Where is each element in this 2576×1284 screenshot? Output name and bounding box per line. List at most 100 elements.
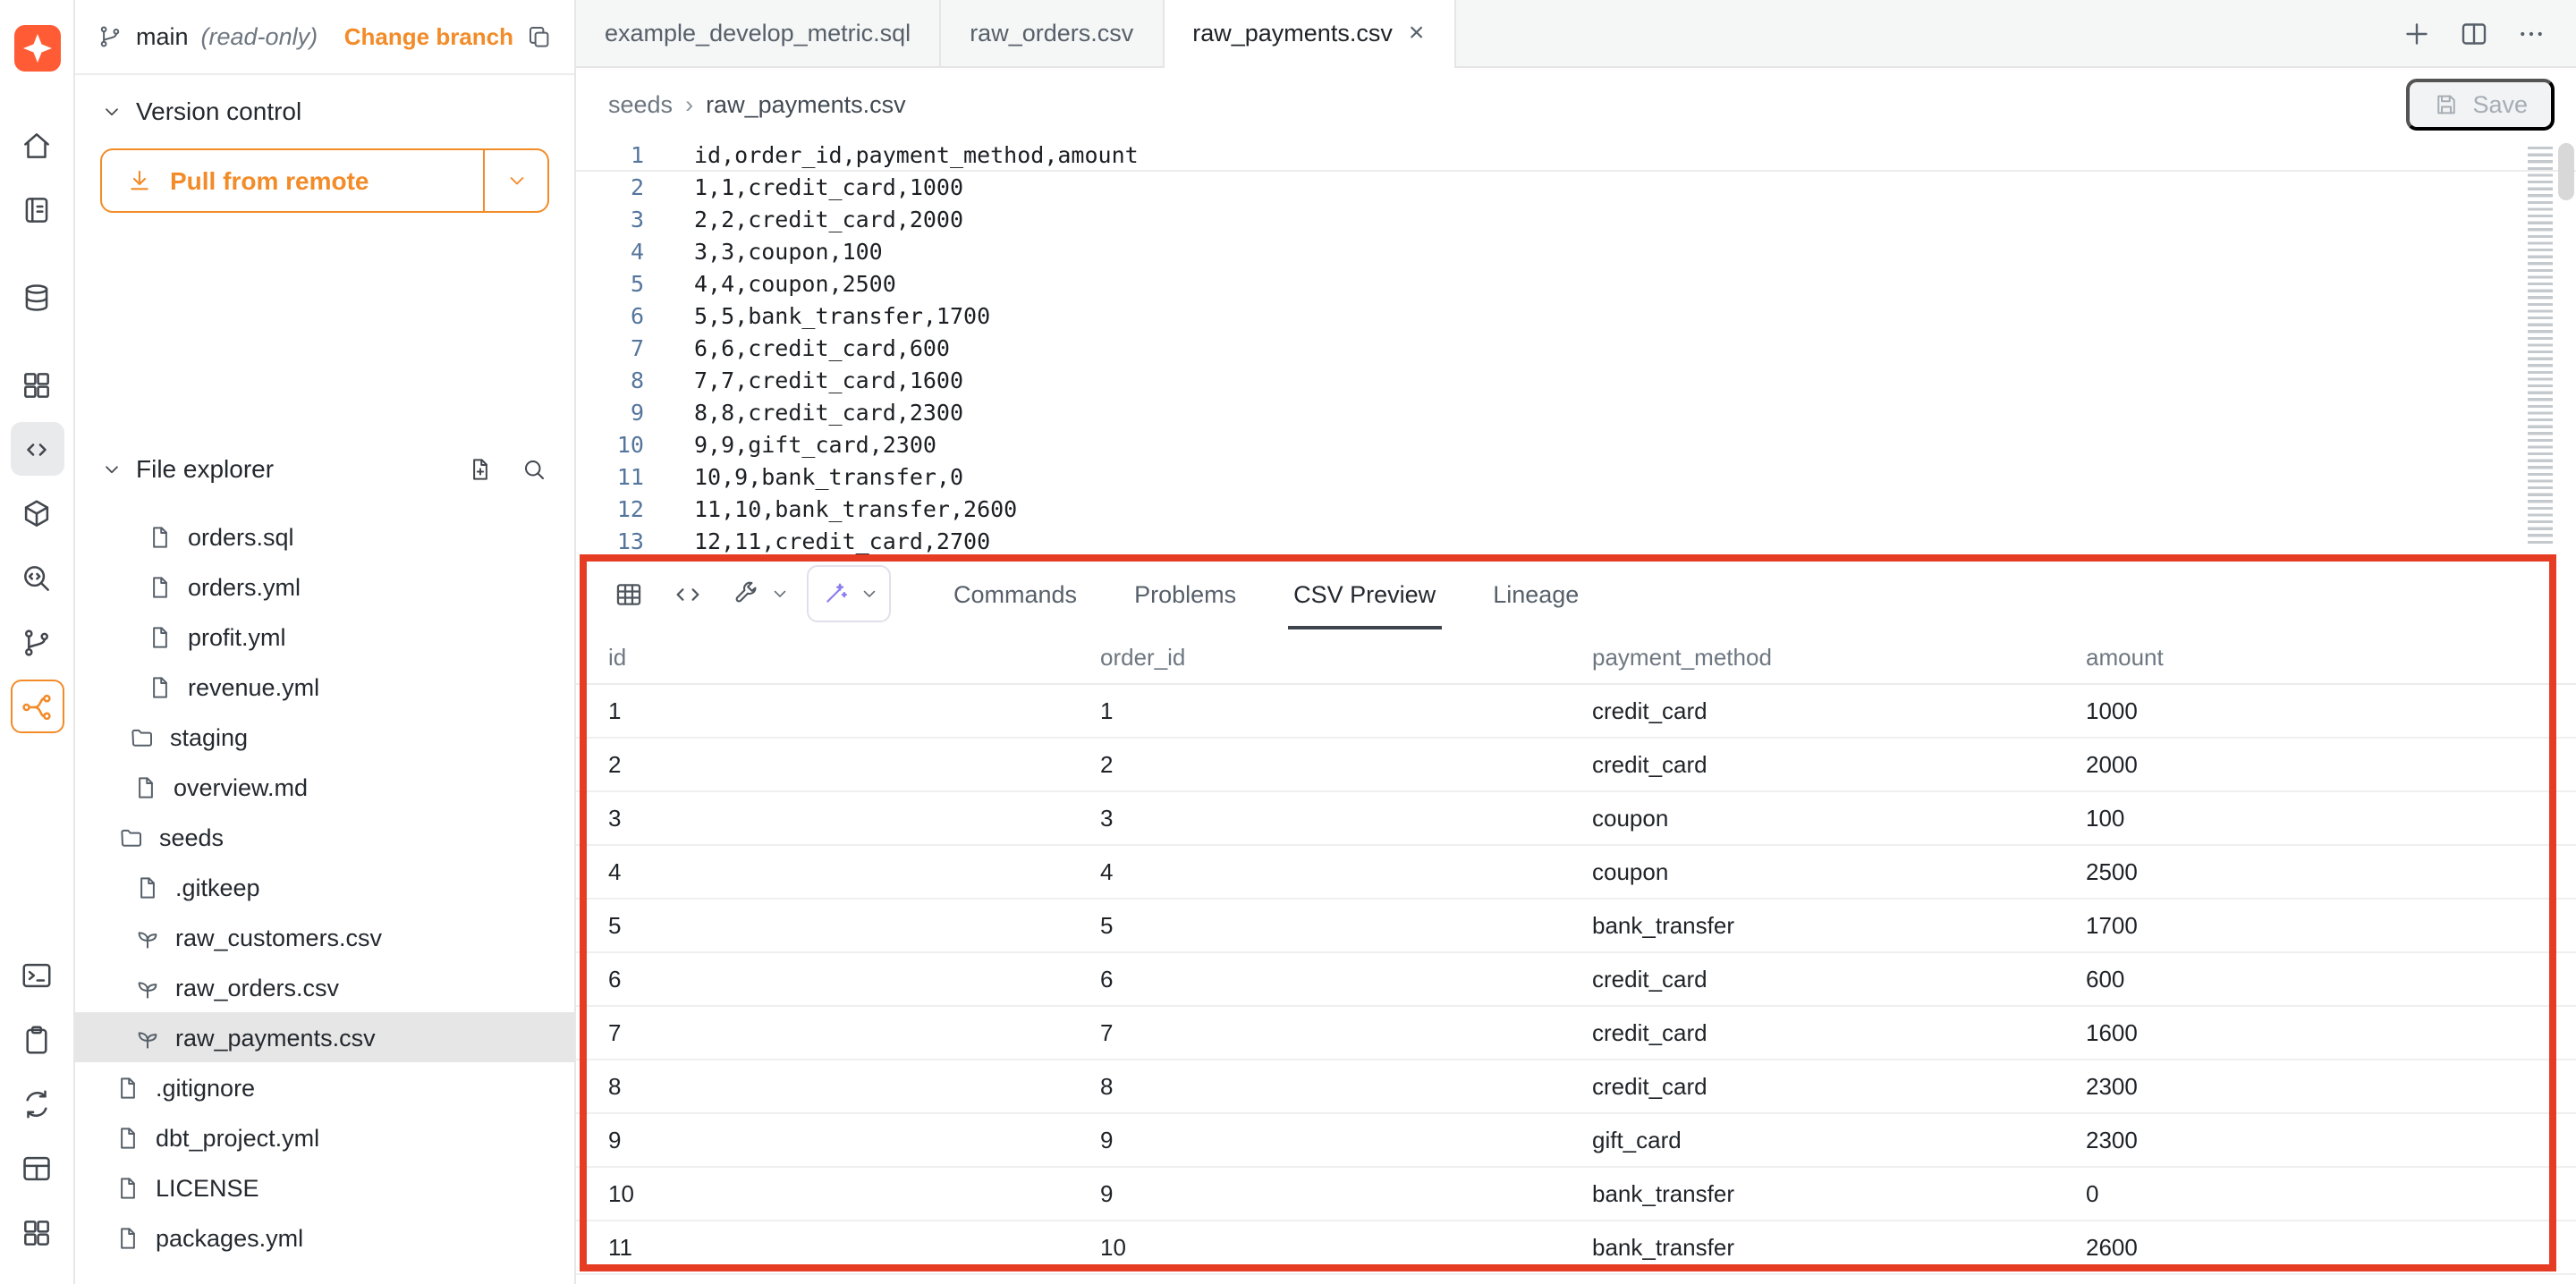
split-editor-icon[interactable] xyxy=(2458,17,2490,49)
build-tools-button[interactable] xyxy=(723,570,791,617)
catalog-icon[interactable] xyxy=(10,182,64,236)
code-line-4[interactable]: 43,3,coupon,100 xyxy=(576,236,2576,268)
breadcrumb-row: seeds › raw_payments.csv Save xyxy=(576,68,2576,139)
cell: credit_card xyxy=(1592,697,2086,724)
code-line-2[interactable]: 21,1,credit_card,1000 xyxy=(576,172,2576,204)
develop-icon[interactable] xyxy=(10,422,64,476)
new-file-icon[interactable] xyxy=(463,452,496,485)
cell: 8 xyxy=(608,1073,1100,1100)
line-number: 4 xyxy=(576,236,644,268)
file-item-overview.md[interactable]: overview.md xyxy=(75,762,574,812)
main-area: example_develop_metric.sql raw_orders.csv… xyxy=(576,0,2576,1284)
change-branch-link[interactable]: Change branch xyxy=(344,23,513,50)
file-item-staging[interactable]: staging xyxy=(75,712,574,762)
line-number: 9 xyxy=(576,397,644,429)
tab-raw_orders.csv[interactable]: raw_orders.csv xyxy=(941,0,1164,66)
cell: 4 xyxy=(608,858,1100,885)
sidebar: main (read-only) Change branch Version c… xyxy=(75,0,576,1284)
line-content: 11,10,bank_transfer,2600 xyxy=(644,494,1017,526)
panel-tab-problems[interactable]: Problems xyxy=(1129,558,1241,629)
tab-raw_payments.csv[interactable]: raw_payments.csv× xyxy=(1164,0,1456,66)
code-line-10[interactable]: 109,9,gift_card,2300 xyxy=(576,429,2576,461)
code-line-1[interactable]: 1id,order_id,payment_method,amount xyxy=(576,139,2576,172)
file-item-raw_customers.csv[interactable]: raw_customers.csv xyxy=(75,912,574,962)
cell: credit_card xyxy=(1592,751,2086,778)
dbt-logo-icon[interactable] xyxy=(13,25,60,72)
line-number: 13 xyxy=(576,526,644,558)
column-header-order_id: order_id xyxy=(1100,643,1592,670)
code-view-icon[interactable] xyxy=(664,570,710,617)
tab-example_develop_metric.sql[interactable]: example_develop_metric.sql xyxy=(576,0,941,66)
breadcrumb-separator: › xyxy=(685,90,693,117)
code-line-3[interactable]: 32,2,credit_card,2000 xyxy=(576,204,2576,236)
new-tab-icon[interactable] xyxy=(2401,17,2433,49)
panel-tab-csv-preview[interactable]: CSV Preview xyxy=(1288,558,1441,629)
apps-icon[interactable] xyxy=(10,1205,64,1259)
line-number: 12 xyxy=(576,494,644,526)
code-line-8[interactable]: 87,7,credit_card,1600 xyxy=(576,365,2576,397)
file-item-orders.sql[interactable]: orders.sql xyxy=(75,511,574,562)
home-icon[interactable] xyxy=(10,118,64,172)
magic-wand-icon xyxy=(812,570,859,617)
copy-icon[interactable] xyxy=(526,23,553,50)
code-line-12[interactable]: 1211,10,bank_transfer,2600 xyxy=(576,494,2576,526)
search-icon[interactable] xyxy=(517,452,549,485)
copilot-button[interactable] xyxy=(807,565,891,622)
file-item-packages.yml[interactable]: packages.yml xyxy=(75,1212,574,1263)
panel-tabs: Commands Problems CSV Preview Lineage xyxy=(925,558,1607,629)
code-line-7[interactable]: 76,6,credit_card,600 xyxy=(576,333,2576,365)
file-item-profit.yml[interactable]: profit.yml xyxy=(75,612,574,662)
cell: bank_transfer xyxy=(1592,1234,2086,1261)
terminal-icon[interactable] xyxy=(10,948,64,1001)
code-search-icon[interactable] xyxy=(10,551,64,604)
chevron-down-icon xyxy=(100,457,123,480)
file-item-.gitignore[interactable]: .gitignore xyxy=(75,1062,574,1112)
file-item-seeds[interactable]: seeds xyxy=(75,812,574,862)
file-item-dbt_project.yml[interactable]: dbt_project.yml xyxy=(75,1112,574,1162)
code-editor[interactable]: 1id,order_id,payment_method,amount21,1,c… xyxy=(576,139,2576,558)
breadcrumb-folder: seeds xyxy=(608,90,673,117)
code-line-11[interactable]: 1110,9,bank_transfer,0 xyxy=(576,461,2576,494)
file-item-LICENSE[interactable]: LICENSE xyxy=(75,1162,574,1212)
cell: 9 xyxy=(608,1127,1100,1153)
layout-icon[interactable] xyxy=(10,1141,64,1195)
code-line-5[interactable]: 54,4,coupon,2500 xyxy=(576,268,2576,300)
file-item-raw_payments.csv[interactable]: raw_payments.csv xyxy=(75,1012,574,1062)
file-icon xyxy=(114,1224,141,1251)
dashboard-icon[interactable] xyxy=(10,358,64,411)
panel-tab-lineage[interactable]: Lineage xyxy=(1487,558,1584,629)
cell: 10 xyxy=(1100,1234,1592,1261)
breadcrumb-file: raw_payments.csv xyxy=(706,90,906,117)
jobs-icon[interactable] xyxy=(10,486,64,540)
tab-label: raw_orders.csv xyxy=(970,20,1133,46)
more-menu-icon[interactable] xyxy=(2515,17,2547,49)
code-line-6[interactable]: 65,5,bank_transfer,1700 xyxy=(576,300,2576,333)
warehouse-icon[interactable] xyxy=(10,270,64,324)
close-tab-icon[interactable]: × xyxy=(1407,20,1427,46)
file-icon xyxy=(147,523,174,550)
sync-icon[interactable] xyxy=(10,1077,64,1130)
file-item-orders.yml[interactable]: orders.yml xyxy=(75,562,574,612)
table-view-icon[interactable] xyxy=(605,570,651,617)
code-line-13[interactable]: 1312,11,credit_card,2700 xyxy=(576,526,2576,558)
git-branch-icon[interactable] xyxy=(10,615,64,669)
file-item-.gitkeep[interactable]: .gitkeep xyxy=(75,862,574,912)
file-explorer-header[interactable]: File explorer xyxy=(75,452,574,485)
editor-scrollbar-thumb[interactable] xyxy=(2558,143,2574,200)
file-label: revenue.yml xyxy=(188,673,319,700)
version-control-header[interactable]: Version control xyxy=(100,97,549,125)
chevron-down-icon xyxy=(100,99,123,122)
save-icon xyxy=(2433,90,2460,117)
ide-app: main (read-only) Change branch Version c… xyxy=(0,0,2576,1284)
code-line-9[interactable]: 98,8,credit_card,2300 xyxy=(576,397,2576,429)
minimap[interactable] xyxy=(2528,147,2553,547)
pull-options-toggle[interactable] xyxy=(483,150,547,211)
file-item-revenue.yml[interactable]: revenue.yml xyxy=(75,662,574,712)
pull-from-remote-button[interactable]: Pull from remote xyxy=(100,148,549,213)
panel-tab-commands[interactable]: Commands xyxy=(948,558,1082,629)
clipboard-icon[interactable] xyxy=(10,1012,64,1066)
file-label: seeds xyxy=(159,824,224,850)
lineage-icon[interactable] xyxy=(10,680,64,733)
file-item-raw_orders.csv[interactable]: raw_orders.csv xyxy=(75,962,574,1012)
save-button[interactable]: Save xyxy=(2406,78,2555,130)
